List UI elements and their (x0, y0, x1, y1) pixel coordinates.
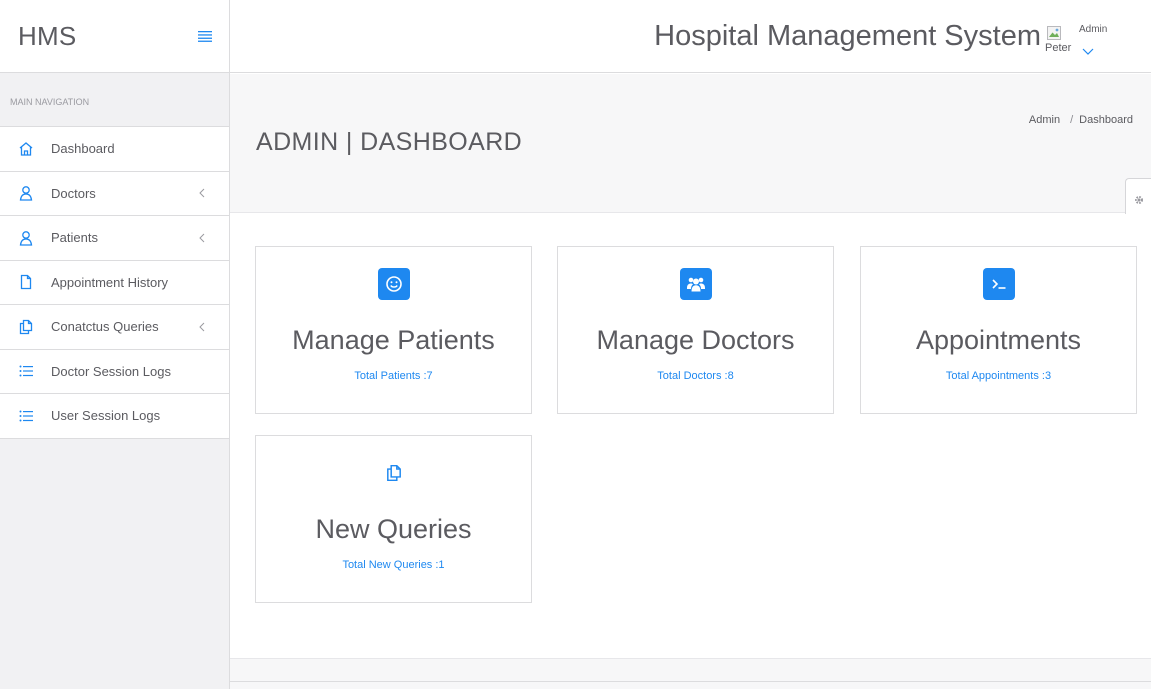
card-subtitle[interactable]: Total New Queries :1 (256, 559, 531, 571)
sidebar-item-user-session-logs[interactable]: User Session Logs (0, 394, 229, 439)
card-title: New Queries (315, 514, 472, 544)
footer-divider (230, 681, 1151, 682)
user-icon (17, 229, 34, 246)
home-icon (17, 140, 34, 157)
smiley-icon (377, 268, 410, 300)
card-title: Appointments (915, 325, 1082, 355)
list-icon (17, 407, 34, 424)
list-icon (17, 363, 34, 380)
sidebar-item-label: Conatctus Queries (51, 319, 159, 335)
chevron-left-icon (199, 232, 207, 244)
sidebar-item-label: Dashboard (51, 141, 115, 157)
chevron-down-icon (1081, 44, 1095, 55)
sidebar-item-label: Doctors (51, 185, 96, 201)
gear-icon (1134, 196, 1143, 204)
footer (230, 658, 1151, 689)
user-menu[interactable]: Peter Admin (1037, 22, 1123, 62)
sidebar: HMS MAIN NAVIGATION Dashboard Doctors Pa… (0, 0, 230, 689)
card-new-queries[interactable]: New Queries Total New Queries :1 (255, 435, 532, 603)
files-icon (17, 318, 34, 335)
avatar (1047, 26, 1061, 40)
sidebar-item-label: Appointment History (51, 274, 169, 290)
sidebar-item-label: User Session Logs (51, 408, 161, 424)
sidebar-item-contactus-queries[interactable]: Conatctus Queries (0, 305, 229, 350)
sidebar-item-dashboard[interactable]: Dashboard (0, 127, 229, 172)
file-icon (17, 274, 34, 291)
sidebar-item-label: Doctor Session Logs (51, 363, 171, 379)
card-subtitle[interactable]: Total Appointments :3 (861, 370, 1136, 382)
card-subtitle[interactable]: Total Patients :7 (256, 370, 531, 382)
card-manage-doctors[interactable]: Manage Doctors Total Doctors :8 (557, 246, 834, 414)
top-bar: Hospital Management System Peter Admin (230, 0, 1151, 73)
sidebar-item-appointment-history[interactable]: Appointment History (0, 261, 229, 305)
app-title: Hospital Management System (654, 20, 1041, 52)
card-title: Manage Patients (292, 325, 495, 355)
users-icon (679, 268, 712, 300)
nav-list: Dashboard Doctors Patients Appointment H… (0, 127, 229, 439)
card-subtitle[interactable]: Total Doctors :8 (558, 370, 833, 382)
sidebar-item-doctors[interactable]: Doctors (0, 172, 229, 216)
files-icon (378, 457, 410, 489)
chevron-left-icon (199, 187, 207, 199)
hamburger-icon (198, 31, 212, 42)
brand-bar: HMS (0, 0, 229, 73)
card-manage-patients[interactable]: Manage Patients Total Patients :7 (255, 246, 532, 414)
sidebar-item-patients[interactable]: Patients (0, 216, 229, 261)
chevron-left-icon (199, 321, 207, 333)
user-role: Admin (1079, 24, 1108, 35)
sidebar-item-doctor-session-logs[interactable]: Doctor Session Logs (0, 350, 229, 394)
breadcrumb-item-admin[interactable]: Admin (1029, 114, 1060, 126)
terminal-icon (982, 268, 1015, 300)
breadcrumb-separator: / (1070, 114, 1074, 126)
breadcrumb: Admin / Dashboard (1029, 114, 1133, 126)
page-header: ADMIN | DASHBOARD Admin / Dashboard (230, 74, 1151, 213)
sidebar-item-label: Patients (51, 230, 98, 246)
card-title: Manage Doctors (596, 325, 795, 355)
user-icon (17, 185, 34, 202)
brand-logo-text[interactable]: HMS (18, 21, 76, 52)
page-title: ADMIN | DASHBOARD (256, 128, 523, 156)
card-appointments[interactable]: Appointments Total Appointments :3 (860, 246, 1137, 414)
nav-section-header: MAIN NAVIGATION (0, 73, 229, 127)
user-name: Peter (1045, 42, 1072, 54)
breadcrumb-item-dashboard: Dashboard (1079, 114, 1133, 126)
dashboard-content: Manage Patients Total Patients :7 Manage… (230, 214, 1151, 658)
menu-toggle-button[interactable] (195, 26, 215, 46)
